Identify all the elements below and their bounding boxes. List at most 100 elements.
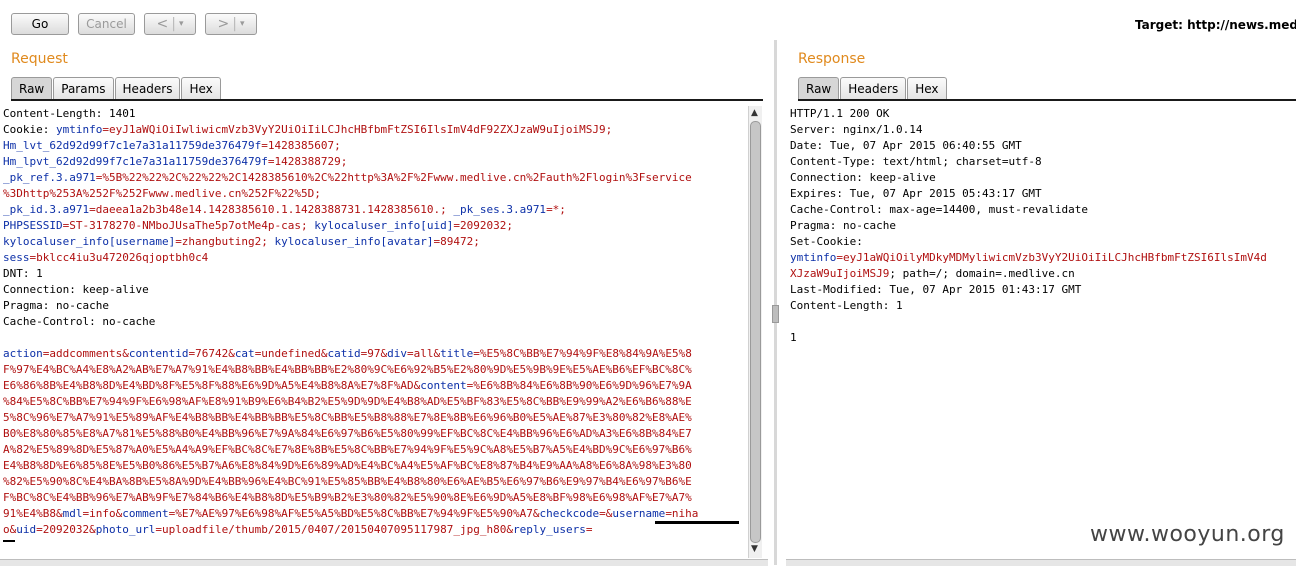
param-value: =uploadfile/thumb/2015/0407/201504070951… bbox=[155, 523, 513, 536]
param-value: %82%E5%90%8C%E4%BA%8B%E5%8A%9D%E4%BB%96%… bbox=[3, 475, 692, 488]
response-line: Set-Cookie: bbox=[790, 234, 1296, 250]
request-line: sess=bklcc4iu3u472026qjoptbh0c4 bbox=[3, 250, 747, 266]
forward-icon: > bbox=[217, 16, 230, 32]
response-tab-hex[interactable]: Hex bbox=[907, 77, 947, 99]
request-line: Hm_lvt_62d92d99f7c1e7a31a11759de376479f=… bbox=[3, 138, 747, 154]
param-value: =76742& bbox=[188, 347, 235, 360]
param-value: F%97%E4%BC%A4%E8%A2%AB%E7%A7%91%E4%B8%BB… bbox=[3, 363, 692, 376]
param-value: =97& bbox=[360, 347, 388, 360]
request-tab-hex[interactable]: Hex bbox=[181, 77, 221, 99]
response-editor[interactable]: HTTP/1.1 200 OK Server: nginx/1.0.14 Date:… bbox=[790, 106, 1296, 556]
plain-text: Set-Cookie: bbox=[790, 235, 863, 248]
param-value: o& bbox=[3, 523, 17, 536]
request-tab-headers[interactable]: Headers bbox=[114, 77, 181, 99]
response-tab-headers[interactable]: Headers bbox=[840, 77, 907, 99]
param-name: uid bbox=[16, 523, 37, 536]
param-name: mdl bbox=[62, 507, 83, 520]
param-value: 5%8C%96%E7%A7%91%E5%89%AF%E4%B8%BB%E4%BB… bbox=[3, 411, 692, 424]
request-line: Cookie: ymtinfo=eyJ1aWQiOiIwliwicmVzb3Vy… bbox=[3, 122, 747, 138]
plain-text: Content-Length: 1 bbox=[790, 299, 903, 312]
plain-text: Last-Modified: Tue, 07 Apr 2015 01:43:17… bbox=[790, 283, 1082, 296]
request-line: 5%8C%96%E7%A7%91%E5%89%AF%E4%B8%BB%E4%BB… bbox=[3, 410, 747, 426]
request-editor[interactable]: Content-Length: 1401 Cookie: ymtinfo=eyJ1… bbox=[3, 106, 747, 556]
request-line: F%BC%8C%E4%BB%96%E7%AB%9F%E7%84%B6%E4%B8… bbox=[3, 490, 747, 506]
param-value: %84%E5%8C%BB%E7%94%9F%E6%98%AF%E8%91%B9%… bbox=[3, 395, 692, 408]
request-scrollbar[interactable]: ▲ ▼ bbox=[748, 106, 762, 558]
param-value: = bbox=[585, 523, 593, 536]
response-tab-underline bbox=[798, 99, 1296, 101]
param-value: %3Dhttp%253A%252F%252Fwww.medlive.cn%252… bbox=[3, 187, 321, 200]
forward-button[interactable]: > | ▾ bbox=[205, 13, 257, 35]
param-name: PHPSESSID bbox=[3, 219, 63, 232]
param-name: contentid bbox=[128, 347, 189, 360]
param-value: =undefined& bbox=[254, 347, 328, 360]
param-value: =& bbox=[599, 507, 613, 520]
request-title: Request bbox=[11, 51, 68, 67]
response-line: Pragma: no-cache bbox=[790, 218, 1296, 234]
param-value: F%BC%8C%E4%BB%96%E7%AB%9F%E7%84%B6%E4%B8… bbox=[3, 491, 692, 504]
param-name: div bbox=[387, 347, 408, 360]
param-value: =2092032& bbox=[36, 523, 96, 536]
param-value: =niha bbox=[665, 507, 699, 520]
request-line: action=addcomments&contentid=76742&cat=u… bbox=[3, 346, 747, 362]
param-value: =%E6%8B%84%E6%8B%90%E6%9D%96%E7%9A bbox=[466, 379, 692, 392]
cancel-button[interactable]: Cancel bbox=[78, 13, 135, 35]
response-tab-raw[interactable]: Raw bbox=[798, 77, 840, 99]
request-line: E6%86%8B%E4%B8%8D%E4%BD%8F%E5%8F%88%E6%9… bbox=[3, 378, 747, 394]
param-value: =ST-3178270-NMboJUsaThe5p7otMe4p-cas; bbox=[62, 219, 315, 232]
param-name: Hm_lpvt_62d92d99f7c1e7a31a11759de376479f bbox=[3, 155, 268, 168]
split-handle[interactable] bbox=[772, 305, 779, 323]
plain-text: Content-Length: 1401 bbox=[3, 107, 136, 120]
plain-text: 1 bbox=[790, 331, 797, 344]
response-line: 1 bbox=[790, 330, 1296, 346]
back-history-icon: ▾ bbox=[178, 19, 184, 29]
response-line: Content-Type: text/html; charset=utf-8 bbox=[790, 154, 1296, 170]
param-name: action bbox=[3, 347, 43, 360]
param-name: kylocaluser_info[username] bbox=[3, 235, 176, 248]
go-button[interactable]: Go bbox=[11, 13, 69, 35]
param-value: =info& bbox=[82, 507, 123, 520]
param-value: =eyJ1aWQiOilyMDkyMDMyliwicmVzb3VyY2UiOiI… bbox=[836, 251, 1267, 264]
request-line: kylocaluser_info[username]=zhangbuting2;… bbox=[3, 234, 747, 250]
param-value: =eyJ1aWQiOiIwliwicmVzb3VyY2UiOiIiLCJhcHB… bbox=[102, 123, 613, 136]
back-icon: < bbox=[156, 16, 169, 32]
response-line: Connection: keep-alive bbox=[790, 170, 1296, 186]
request-line: B0%E8%80%85%E8%A7%81%E5%88%B0%E4%BB%96%E… bbox=[3, 426, 747, 442]
response-line: Expires: Tue, 07 Apr 2015 05:43:17 GMT bbox=[790, 186, 1296, 202]
split-divider[interactable] bbox=[774, 40, 777, 565]
request-line: E4%B8%8D%E6%85%8E%E5%B0%86%E5%B7%A6%E8%8… bbox=[3, 458, 747, 474]
request-tab-raw[interactable]: Raw bbox=[11, 77, 53, 99]
request-line: PHPSESSID=ST-3178270-NMboJUsaThe5p7otMe4… bbox=[3, 218, 747, 234]
highlight-underline bbox=[655, 521, 739, 524]
response-title: Response bbox=[798, 51, 866, 67]
param-value: =%E5%8C%BB%E7%94%9F%E8%84%9A%E5%8 bbox=[473, 347, 692, 360]
plain-text: Cookie: bbox=[3, 123, 56, 136]
plain-text: Pragma: no-cache bbox=[3, 299, 109, 312]
request-line: _pk_ref.3.a971=%5B%22%22%2C%22%22%2C1428… bbox=[3, 170, 747, 186]
request-tab-params[interactable]: Params bbox=[53, 77, 114, 99]
request-line: %3Dhttp%253A%252F%252Fwww.medlive.cn%252… bbox=[3, 186, 747, 202]
response-line: Content-Length: 1 bbox=[790, 298, 1296, 314]
response-line: Server: nginx/1.0.14 bbox=[790, 122, 1296, 138]
request-line: Cache-Control: no-cache bbox=[3, 314, 747, 330]
request-line: DNT: 1 bbox=[3, 266, 747, 282]
scroll-up-icon[interactable]: ▲ bbox=[751, 108, 758, 118]
param-name: reply_users bbox=[512, 523, 586, 536]
param-value: =1428388729; bbox=[267, 155, 348, 168]
request-scroll-thumb[interactable] bbox=[750, 121, 761, 543]
scroll-down-icon[interactable]: ▼ bbox=[751, 544, 758, 554]
param-name: kylocaluser_info[avatar] bbox=[274, 235, 434, 248]
param-value: =addcomments& bbox=[42, 347, 129, 360]
plain-text: Content-Type: text/html; charset=utf-8 bbox=[790, 155, 1042, 168]
plain-text: Cache-Control: max-age=14400, must-reval… bbox=[790, 203, 1089, 216]
back-button[interactable]: < | ▾ bbox=[144, 13, 196, 35]
param-name: _pk_id.3.a971 bbox=[3, 203, 90, 216]
plain-text: HTTP/1.1 200 OK bbox=[790, 107, 890, 120]
plain-text: Date: Tue, 07 Apr 2015 06:40:55 GMT bbox=[790, 139, 1022, 152]
param-name: ymtinfo bbox=[55, 123, 103, 136]
param-name: catid bbox=[327, 347, 361, 360]
param-value: =%5B%22%22%2C%22%22%2C1428385610%2C%22ht… bbox=[95, 171, 692, 184]
param-value: E6%86%8B%E4%B8%8D%E4%BD%8F%E5%8F%88%E6%9… bbox=[3, 379, 421, 392]
param-name: ymtinfo bbox=[790, 251, 837, 264]
param-name: kylocaluser_info[uid] bbox=[314, 219, 454, 232]
